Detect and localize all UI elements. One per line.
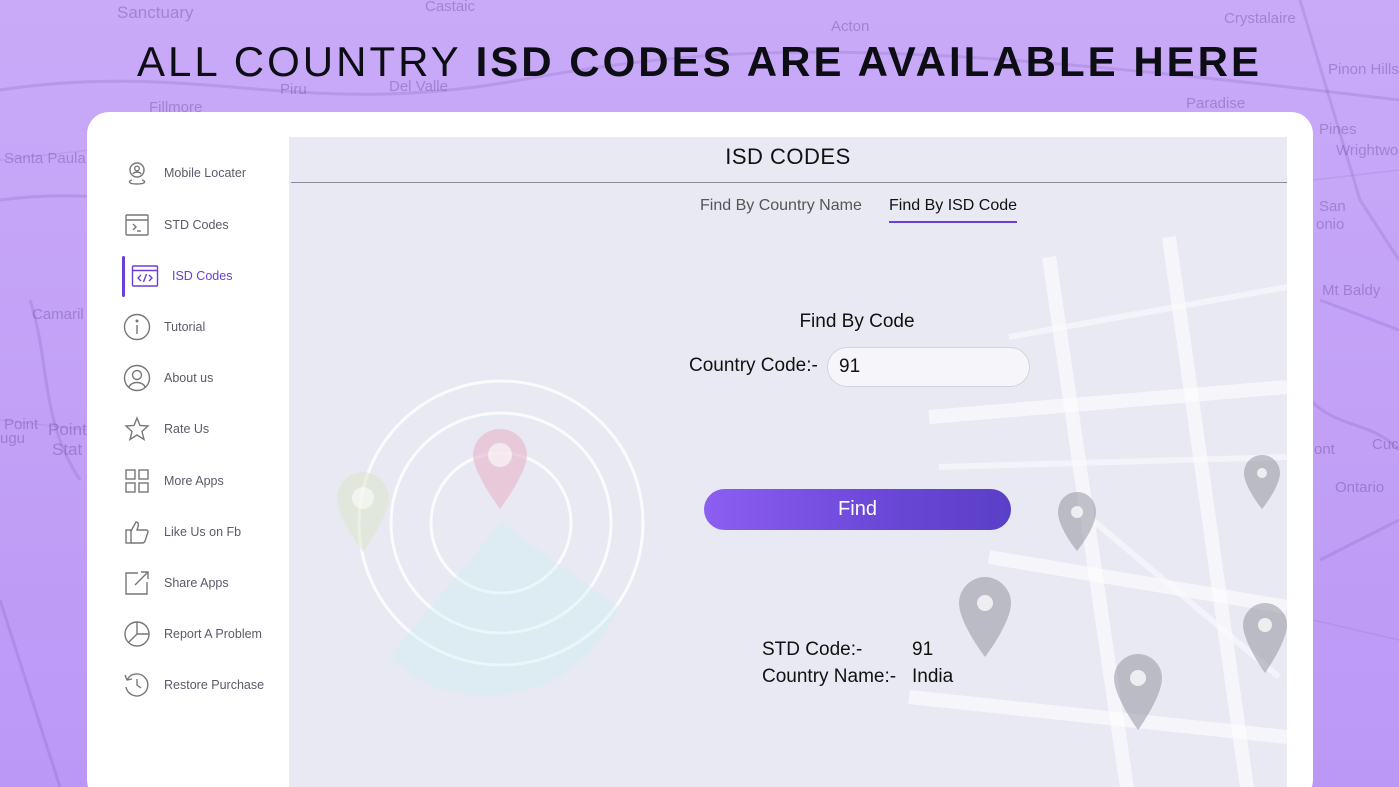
grid-icon (122, 466, 152, 496)
pie-chart-icon (122, 619, 152, 649)
sidebar-item-label: Share Apps (164, 576, 229, 590)
sidebar-item-report-problem[interactable]: Report A Problem (122, 614, 282, 654)
headline-light: ALL COUNTRY (136, 38, 461, 85)
sidebar-item-label: About us (164, 371, 214, 385)
result-row-std-code: STD Code:- 91 (762, 639, 933, 661)
map-label: Sanctuary (117, 3, 194, 22)
sidebar-item-label: ISD Codes (172, 269, 233, 283)
title-divider (291, 182, 1287, 183)
page-title: ISD CODES (725, 144, 851, 169)
map-label: Pines (1319, 121, 1357, 138)
result-key: STD Code:- (762, 639, 863, 660)
map-label: Stat (52, 440, 83, 459)
main-panel: ISD CODES Find By Country Name Find By I… (289, 137, 1287, 787)
sidebar-item-label: Report A Problem (164, 627, 262, 641)
map-label: Ontario (1335, 479, 1385, 496)
sidebar-item-label: Rate Us (164, 422, 210, 436)
headline: ALL COUNTRY ISD CODES ARE AVAILABLE HERE (0, 38, 1399, 86)
decorative-map-illustration (337, 236, 1287, 787)
map-pin-icon (337, 472, 389, 552)
result-row-country-name: Country Name:- India (762, 666, 953, 688)
map-label: ont (1314, 441, 1335, 458)
sidebar-item-restore-purchase[interactable]: Restore Purchase (122, 665, 282, 705)
sidebar: Mobile Locater STD Codes ISD Codes Tutor… (87, 112, 289, 787)
sidebar-item-label: Like Us on Fb (164, 525, 242, 539)
sidebar-item-tutorial[interactable]: Tutorial (122, 307, 282, 347)
map-label: onio (1316, 216, 1345, 233)
thumbs-up-icon (122, 517, 152, 547)
sidebar-item-label: Tutorial (164, 320, 206, 334)
country-code-label: Country Code:- (689, 355, 818, 376)
map-label: Paradise (1186, 95, 1246, 112)
result-value: India (912, 666, 954, 687)
tab-find-by-country-name[interactable]: Find By Country Name (700, 197, 862, 221)
map-label: Santa Paula (4, 150, 86, 167)
section-title: Find By Code (799, 311, 915, 332)
map-label: San (1319, 198, 1346, 215)
sidebar-item-isd-codes[interactable]: ISD Codes (130, 256, 290, 296)
find-button[interactable]: Find (704, 489, 1011, 530)
sidebar-item-about-us[interactable]: About us (122, 358, 282, 398)
sidebar-item-label: STD Codes (164, 218, 229, 232)
sidebar-item-mobile-locater[interactable]: Mobile Locater (122, 153, 282, 193)
map-label: Wrightwo (1336, 142, 1399, 159)
location-person-icon (122, 158, 152, 188)
info-icon (122, 312, 152, 342)
result-key: Country Name:- (762, 666, 897, 687)
history-icon (122, 670, 152, 700)
terminal-window-icon (122, 210, 152, 240)
active-indicator (122, 256, 125, 297)
sidebar-item-rate-us[interactable]: Rate Us (122, 409, 282, 449)
sidebar-item-like-us-fb[interactable]: Like Us on Fb (122, 512, 282, 552)
map-label: Camaril (32, 306, 84, 323)
sidebar-item-label: More Apps (164, 474, 224, 488)
sidebar-item-more-apps[interactable]: More Apps (122, 461, 282, 501)
share-icon (122, 568, 152, 598)
result-value: 91 (912, 639, 934, 660)
sidebar-item-share-apps[interactable]: Share Apps (122, 563, 282, 603)
app-window: Mobile Locater STD Codes ISD Codes Tutor… (87, 112, 1313, 787)
country-code-input[interactable] (827, 347, 1030, 387)
map-pin-icon (473, 429, 527, 509)
code-window-icon (130, 261, 160, 291)
sidebar-item-std-codes[interactable]: STD Codes (122, 205, 282, 245)
star-icon (122, 414, 152, 444)
map-label: Mt Baldy (1322, 282, 1381, 299)
headline-bold: ISD CODES ARE AVAILABLE HERE (475, 38, 1263, 85)
map-label: ugu (0, 430, 26, 447)
map-label: Cuc (1372, 436, 1399, 453)
tab-find-by-isd-code[interactable]: Find By ISD Code (889, 197, 1018, 223)
map-label: Acton (831, 18, 870, 35)
sidebar-item-label: Mobile Locater (164, 166, 246, 180)
map-label: Castaic (425, 0, 476, 15)
map-label: Point (48, 420, 87, 439)
user-circle-icon (122, 363, 152, 393)
map-label: Crystalaire (1224, 10, 1296, 27)
sidebar-item-label: Restore Purchase (164, 678, 265, 692)
